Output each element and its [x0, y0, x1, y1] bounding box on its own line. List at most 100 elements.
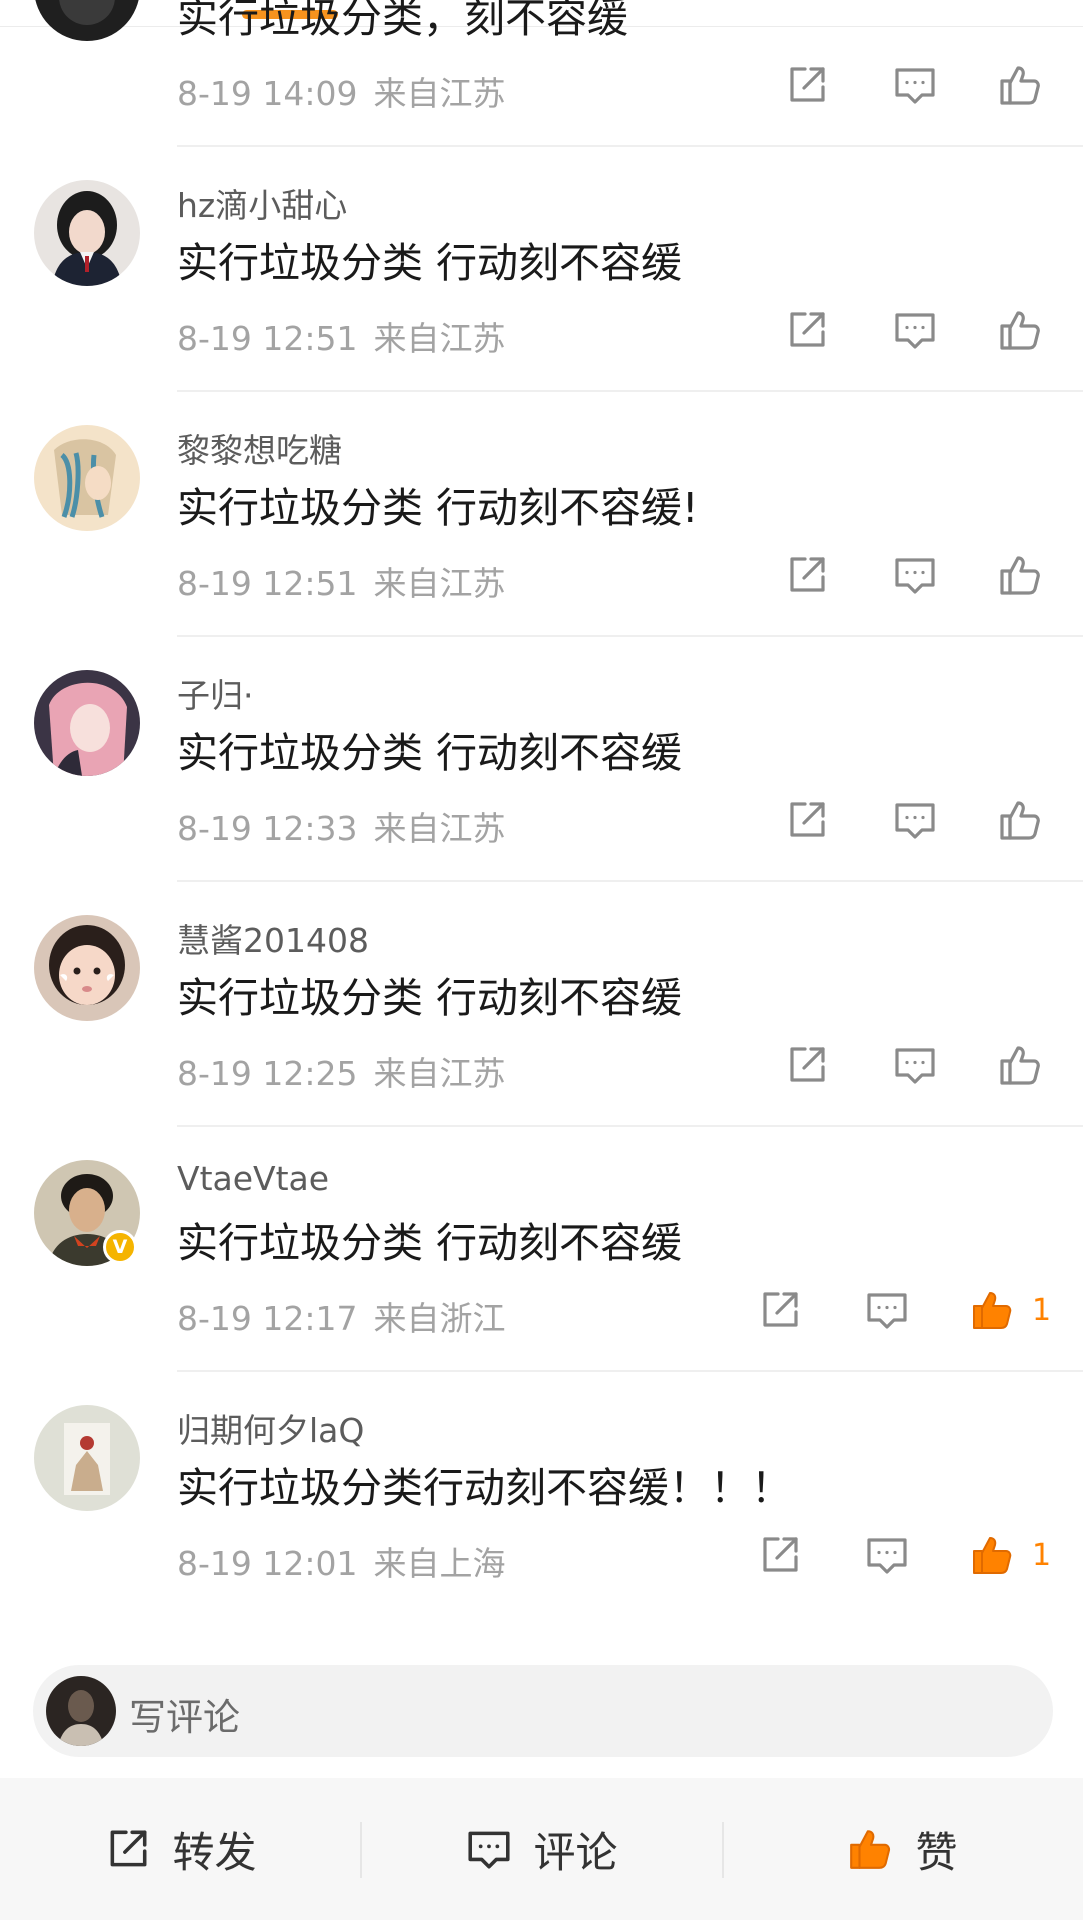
comment-button[interactable]: 评论: [361, 1778, 722, 1920]
share-icon: [763, 1537, 798, 1572]
share-icon: [111, 1830, 147, 1867]
repost-button[interactable]: [784, 302, 830, 358]
avatar[interactable]: [34, 0, 140, 41]
comment-meta: 8-19 12:01 来自上海: [177, 1537, 506, 1585]
comment-time: 8-19 12:33: [177, 809, 358, 848]
comment-icon: [867, 1538, 907, 1574]
comment-location: 来自江苏: [373, 564, 506, 603]
comment-location: 来自浙江: [373, 1299, 506, 1338]
thumbs-up-icon: [973, 1292, 1012, 1329]
like-button[interactable]: 赞: [722, 1778, 1083, 1920]
comment-icon: [867, 1293, 907, 1329]
reply-button[interactable]: [892, 1037, 938, 1093]
comment-text: 实行垃圾分类，刻不容缓: [177, 0, 628, 42]
comment-time: 8-19 12:25: [177, 1054, 358, 1093]
username[interactable]: 黎黎想吃糖: [177, 424, 342, 472]
reply-button[interactable]: [864, 1282, 910, 1338]
like-button[interactable]: [998, 57, 1060, 113]
repost-button[interactable]: [784, 1037, 830, 1093]
share-icon: [763, 1292, 798, 1327]
username[interactable]: 归期何夕laQ: [177, 1404, 364, 1452]
share-icon: [790, 312, 825, 347]
repost-button[interactable]: [784, 547, 830, 603]
avatar[interactable]: [34, 1405, 140, 1511]
repost-button[interactable]: [784, 792, 830, 848]
comment-meta: 8-19 12:25 来自江苏: [177, 1047, 506, 1095]
comment-item: 黎黎想吃糖 实行垃圾分类 行动刻不容缓! 8-19 12:51 来自江苏: [0, 392, 1083, 637]
comment-item: 实行垃圾分类，刻不容缓 8-19 14:09 来自江苏: [0, 0, 1083, 147]
comment-item: 归期何夕laQ 实行垃圾分类行动刻不容缓！！！ 8-19 12:01 来自上海 1: [0, 1372, 1083, 1617]
thumbs-up-icon: [1000, 66, 1040, 105]
thumbs-up-icon: [1000, 1046, 1040, 1085]
comment-icon: [895, 803, 935, 839]
comment-text: 实行垃圾分类 行动刻不容缓!: [177, 484, 699, 532]
thumbs-up-icon: [1000, 801, 1040, 840]
avatar[interactable]: [34, 915, 140, 1021]
reply-button[interactable]: [892, 547, 938, 603]
reply-button[interactable]: [892, 302, 938, 358]
reply-button[interactable]: [864, 1527, 910, 1583]
share-icon: [790, 1047, 825, 1082]
like-label: 赞: [915, 1827, 958, 1877]
comment-time: 8-19 14:09: [177, 74, 358, 113]
thumbs-up-icon: [973, 1537, 1012, 1574]
comment-meta: 8-19 12:51 来自江苏: [177, 557, 506, 605]
repost-button[interactable]: 转发: [0, 1778, 361, 1920]
comment-time: 8-19 12:17: [177, 1299, 358, 1338]
thumbs-up-icon: [850, 1830, 891, 1869]
comment-text: 实行垃圾分类行动刻不容缓！！！: [177, 1464, 792, 1512]
username[interactable]: hz滴小甜心: [177, 179, 347, 227]
comment-label: 评论: [533, 1827, 618, 1877]
comment-time: 8-19 12:51: [177, 319, 358, 358]
like-button[interactable]: 1: [970, 1527, 1051, 1583]
share-icon: [790, 802, 825, 837]
username[interactable]: VtaeVtae: [177, 1159, 329, 1198]
comment-location: 来自江苏: [373, 809, 506, 848]
username[interactable]: 慧酱201408: [177, 914, 369, 962]
avatar[interactable]: [34, 425, 140, 531]
comment-meta: 8-19 12:17 来自浙江: [177, 1292, 506, 1340]
avatar[interactable]: [34, 180, 140, 286]
comment-text: 实行垃圾分类 行动刻不容缓: [177, 1219, 683, 1267]
comment-meta: 8-19 14:09 来自江苏: [177, 67, 506, 115]
repost-button[interactable]: [784, 57, 830, 113]
comment-text: 实行垃圾分类 行动刻不容缓: [177, 239, 683, 287]
reply-button[interactable]: [892, 792, 938, 848]
like-button[interactable]: [998, 1037, 1060, 1093]
comment-location: 来自上海: [373, 1544, 506, 1583]
like-count: 1: [1032, 1292, 1052, 1328]
like-button[interactable]: [998, 547, 1060, 603]
comment-time: 8-19 12:01: [177, 1544, 358, 1583]
reply-button[interactable]: [892, 57, 938, 113]
thumbs-up-icon: [1000, 556, 1040, 595]
like-button[interactable]: [998, 792, 1060, 848]
comment-input-placeholder: 写评论: [129, 1696, 240, 1739]
repost-button[interactable]: [757, 1527, 803, 1583]
like-button[interactable]: [998, 302, 1060, 358]
avatar[interactable]: [34, 670, 140, 776]
comment-location: 来自江苏: [373, 319, 506, 358]
comment-text: 实行垃圾分类 行动刻不容缓: [177, 729, 683, 777]
comment-icon: [895, 68, 935, 104]
comment-icon: [895, 313, 935, 349]
comment-meta: 8-19 12:33 来自江苏: [177, 802, 506, 850]
username[interactable]: 子归·: [177, 669, 254, 717]
like-count: 1: [1032, 1537, 1052, 1573]
repost-button[interactable]: [757, 1282, 803, 1338]
like-button[interactable]: 1: [970, 1282, 1051, 1338]
comment-text: 实行垃圾分类 行动刻不容缓: [177, 974, 683, 1022]
comment-item: 子归· 实行垃圾分类 行动刻不容缓 8-19 12:33 来自江苏: [0, 637, 1083, 882]
comment-item: 慧酱201408 实行垃圾分类 行动刻不容缓 8-19 12:25 来自江苏: [0, 882, 1083, 1127]
comment-input[interactable]: 写评论: [33, 1665, 1053, 1757]
comment-item: hz滴小甜心 实行垃圾分类 行动刻不容缓 8-19 12:51 来自江苏: [0, 147, 1083, 392]
comment-time: 8-19 12:51: [177, 564, 358, 603]
comment-meta: 8-19 12:51 来自江苏: [177, 312, 506, 360]
comment-item: V VtaeVtae 实行垃圾分类 行动刻不容缓 8-19 12:17 来自浙江 …: [0, 1127, 1083, 1372]
avatar: [46, 1676, 116, 1746]
verified-badge: V: [103, 1230, 137, 1264]
repost-label: 转发: [172, 1827, 257, 1877]
thumbs-up-icon: [1000, 311, 1040, 350]
share-icon: [790, 557, 825, 592]
comment-icon: [895, 558, 935, 594]
comment-location: 来自江苏: [373, 74, 506, 113]
